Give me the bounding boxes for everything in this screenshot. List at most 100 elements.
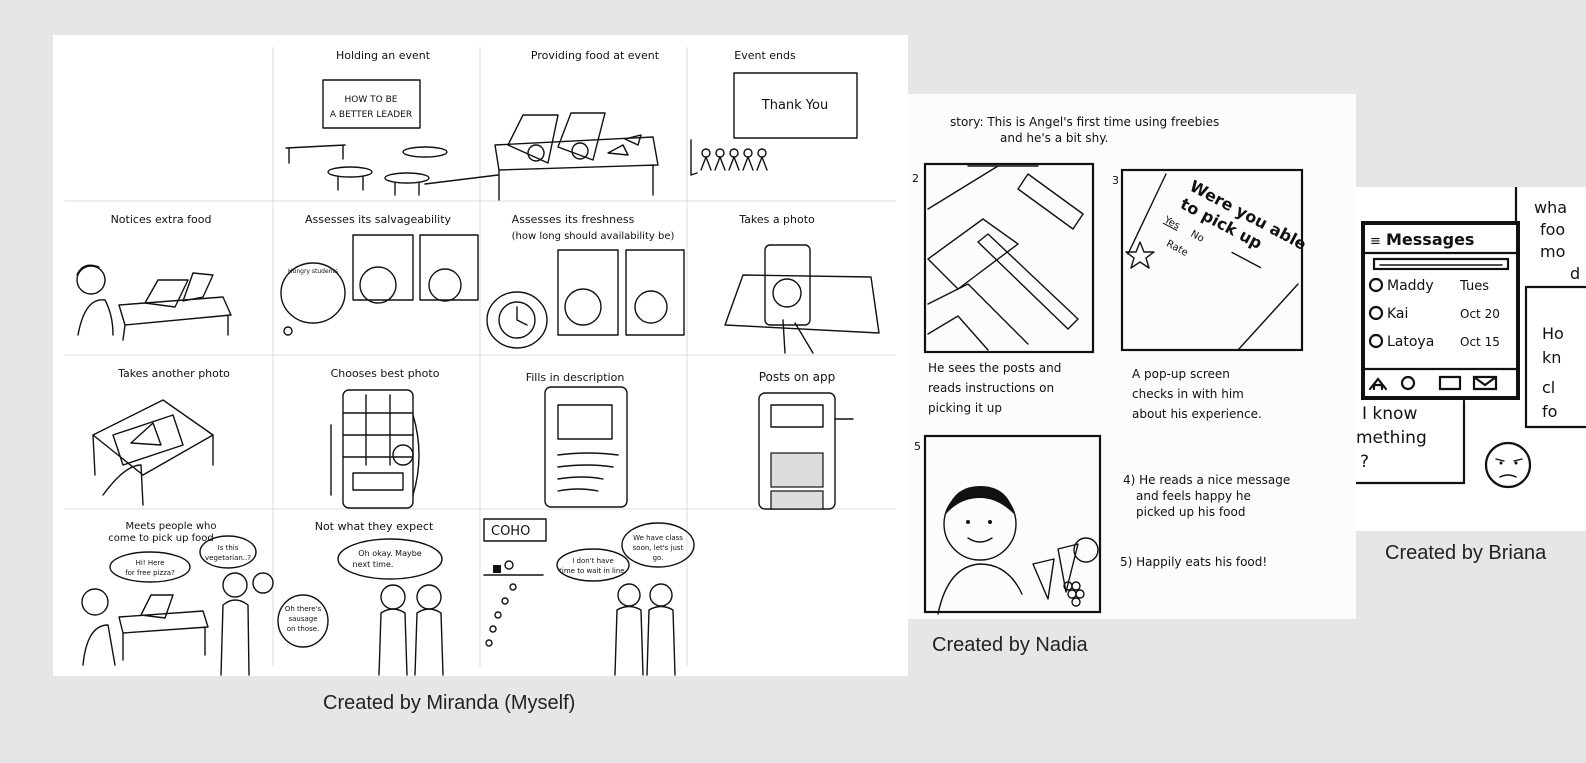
popup-rate: Rate [1164, 238, 1189, 258]
panel-title: Assesses its freshness [512, 213, 635, 226]
contact-name: Latoya [1387, 334, 1434, 350]
panel-title: Takes a photo [738, 213, 815, 226]
frame-number: 2 [912, 172, 919, 185]
story-line: and he's a bit shy. [1000, 131, 1108, 145]
frame-3: Were you able to pick up Yes No Rate [1120, 168, 1310, 352]
speech-bubble: time to wait in line. [559, 567, 627, 575]
panel-providing-food [494, 112, 659, 201]
panel-meets-people: Hi! Here for free pizza? Is this vegetar… [81, 535, 274, 676]
contact-date: Oct 15 [1460, 335, 1500, 349]
hamburger-icon: ≡ [1370, 234, 1381, 249]
panel-title: Takes another photo [117, 367, 230, 380]
storyboard-nadia[interactable]: story: This is Angel's first time using … [908, 94, 1356, 619]
side-text: foo [1540, 220, 1565, 239]
panel-description [544, 386, 628, 508]
panel-takes-photo [724, 244, 880, 354]
face-icon [1484, 441, 1532, 489]
popup-option-no[interactable]: No [1189, 229, 1206, 245]
storyboard-grid [65, 47, 896, 667]
caption-miranda: Created by Miranda (Myself) [323, 692, 576, 714]
storyboard-miranda[interactable]: Holding an event Providing food at event… [53, 35, 908, 676]
speech-bubble: vegetarian..? [205, 554, 251, 562]
frame-number: 5 [914, 440, 921, 453]
search-bar [1372, 257, 1510, 271]
side-text: mo [1540, 242, 1565, 261]
thought-bubble-text: Hungry students [288, 268, 338, 275]
side-text: cl [1542, 378, 1555, 397]
coho-sign: COHO [491, 524, 530, 539]
panel-title: Chooses best photo [331, 367, 440, 380]
speech-bubble: next time. [353, 560, 394, 569]
contact-date: Oct 20 [1460, 307, 1500, 321]
bottom-text: mething [1356, 428, 1427, 448]
speech-bubble: Oh okay. Maybe [358, 549, 421, 558]
panel-posts-app [758, 392, 854, 510]
storyboard-briana-drawing: ≡ Messages Maddy Tues Kai Oct 20 Latoya … [1356, 187, 1586, 489]
side-text: kn [1542, 348, 1561, 367]
svg-text:A BETTER LEADER: A BETTER LEADER [330, 110, 412, 120]
panel-not-expected: Oh okay. Maybe next time. Oh there's sau… [277, 538, 444, 676]
panel-notices-food [76, 264, 232, 341]
story-line: story: This is Angel's first time using … [950, 115, 1219, 129]
panel-title: Meets people who [126, 521, 217, 532]
speech-bubble: go. [653, 554, 664, 562]
panel-holding-event: HOW TO BE A BETTER LEADER [285, 79, 499, 196]
panel-title: Fills in description [526, 371, 625, 384]
frame-number: 3 [1112, 174, 1119, 187]
bottom-text: ? [1360, 452, 1369, 472]
frame-5 [923, 434, 1102, 615]
speech-bubble: Hi! Here [136, 559, 165, 567]
panel-title: Notices extra food [111, 213, 212, 226]
screen-title: Messages [1386, 230, 1474, 249]
frame-note: about his experience. [1132, 407, 1262, 421]
speech-bubble: Is this [218, 544, 239, 552]
side-text: fo [1542, 402, 1557, 421]
speech-bubble: Oh there's [285, 605, 322, 613]
panel-title: come to pick up food [108, 533, 213, 544]
panel-salvageability: Hungry students [280, 234, 479, 336]
panel-title: Assesses its salvageability [305, 213, 452, 226]
bottom-text: I know [1362, 404, 1417, 424]
speech-bubble: for free pizza? [125, 569, 175, 577]
frame-note: reads instructions on [928, 381, 1054, 395]
frame-note: checks in with him [1132, 387, 1244, 401]
frame-2 [923, 162, 1095, 354]
messages-screen: ≡ Messages Maddy Tues Kai Oct 20 Latoya … [1361, 221, 1520, 400]
frame-note: 4) He reads a nice message [1123, 473, 1290, 487]
frame-note: A pop-up screen [1132, 367, 1230, 381]
caption-briana: Created by Briana [1385, 542, 1547, 564]
add-icon [1400, 375, 1416, 391]
contact-name: Kai [1387, 306, 1408, 322]
storyboard-briana[interactable]: ≡ Messages Maddy Tues Kai Oct 20 Latoya … [1356, 187, 1586, 531]
panel-title: Posts on app [759, 370, 836, 384]
panel-title: Event ends [734, 49, 796, 62]
side-text: d [1570, 264, 1580, 283]
panel-title: Holding an event [336, 49, 431, 62]
speech-bubble: sausage [288, 615, 317, 623]
panel-best-photo [330, 389, 420, 509]
popup-option-yes[interactable]: Yes [1161, 214, 1181, 232]
side-text: Ho [1542, 324, 1564, 343]
panel-freshness [486, 249, 685, 349]
contact-name: Maddy [1387, 278, 1434, 294]
speech-bubble: on those. [287, 625, 320, 633]
contact-date: Tues [1459, 279, 1489, 294]
panel-subtitle: (how long should availability be) [512, 231, 675, 242]
storyboard-nadia-drawing: story: This is Angel's first time using … [912, 115, 1310, 615]
panel-title: Providing food at event [531, 49, 660, 62]
speech-bubble: I don't have [572, 557, 614, 565]
home-icon [1368, 377, 1388, 391]
frame-note: picking it up [928, 401, 1002, 415]
storyboard-miranda-drawing: Holding an event Providing food at event… [65, 47, 896, 676]
frame-note: and feels happy he [1136, 489, 1251, 503]
frame-note: He sees the posts and [928, 361, 1061, 375]
panel-another-photo [92, 399, 214, 506]
side-text: wha [1534, 198, 1567, 217]
panel-event-ends: Thank You [690, 72, 858, 176]
panel-title: Not what they expect [315, 520, 434, 533]
thank-you-sign: Thank You [761, 98, 828, 113]
people-icon [1438, 375, 1462, 391]
svg-text:HOW TO BE: HOW TO BE [345, 95, 398, 105]
speech-bubble: soon, let's just [633, 544, 684, 552]
caption-nadia: Created by Nadia [932, 634, 1088, 656]
